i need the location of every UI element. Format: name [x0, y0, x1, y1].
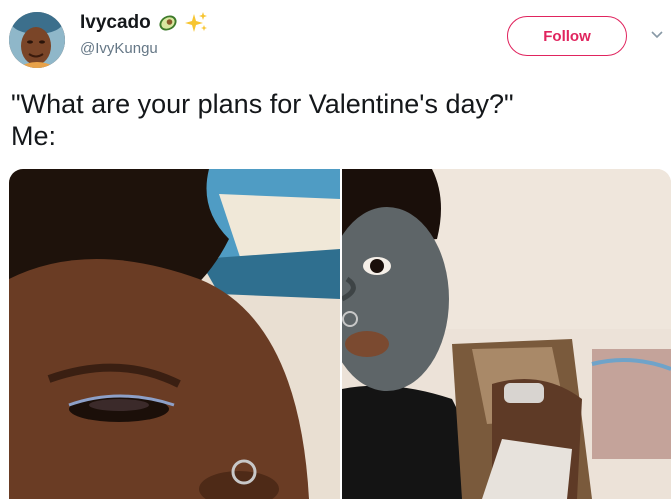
follow-button[interactable]: Follow: [507, 16, 627, 56]
avocado-icon: [156, 11, 180, 35]
display-name[interactable]: Ivycado: [80, 12, 151, 34]
tweet-text: "What are your plans for Valentine's day…: [11, 89, 514, 151]
photo-selfie-face-mask-eating[interactable]: [342, 169, 671, 499]
sparkles-icon: [184, 11, 209, 35]
chevron-down-icon[interactable]: [650, 28, 664, 42]
user-handle[interactable]: @IvyKungu: [80, 40, 209, 57]
tweet-card: Ivycado @IvyKungu Follow "What are your …: [0, 0, 671, 499]
avatar[interactable]: [9, 12, 65, 68]
user-info: Ivycado @IvyKungu: [80, 10, 209, 57]
media-grid: [9, 169, 671, 499]
photo-selfie-eye-closeup[interactable]: [9, 169, 340, 499]
name-row: Ivycado: [80, 10, 209, 36]
